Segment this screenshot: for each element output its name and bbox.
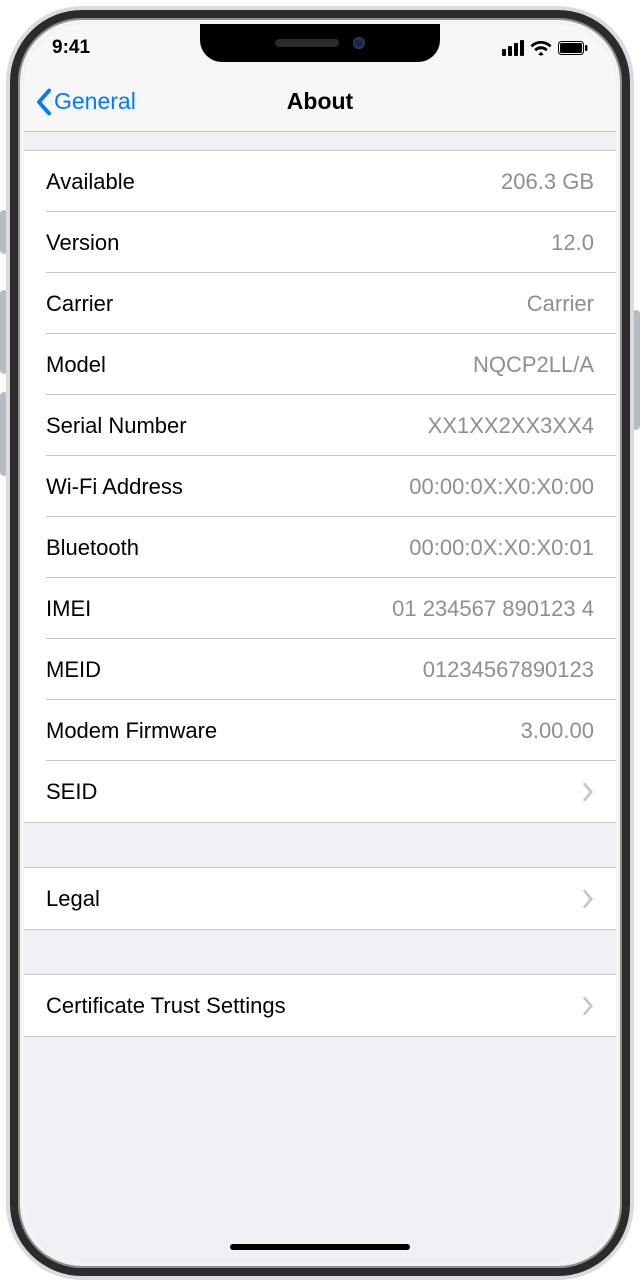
row-value: 01234567890123 [101, 657, 594, 683]
settings-content[interactable]: Available 206.3 GB Version 12.0 Carrier … [24, 132, 616, 1157]
notch [200, 24, 440, 62]
row-value: 00:00:0X:X0:X0:01 [139, 535, 594, 561]
row-label: Available [46, 169, 135, 195]
row-label: IMEI [46, 596, 91, 622]
row-value: XX1XX2XX3XX4 [187, 413, 594, 439]
phone-volume-up-button [0, 290, 8, 374]
chevron-right-icon [582, 782, 594, 802]
speaker-grille [275, 39, 339, 47]
row-carrier[interactable]: Carrier Carrier [24, 273, 616, 334]
home-indicator[interactable] [230, 1244, 410, 1250]
row-value: 00:00:0X:X0:X0:00 [183, 474, 594, 500]
about-info-list: Available 206.3 GB Version 12.0 Carrier … [24, 150, 616, 823]
phone-side-button [632, 310, 640, 430]
row-label: Legal [46, 886, 100, 912]
row-meid[interactable]: MEID 01234567890123 [24, 639, 616, 700]
row-available[interactable]: Available 206.3 GB [24, 151, 616, 212]
row-legal[interactable]: Legal [24, 868, 616, 929]
chevron-right-icon [582, 996, 594, 1016]
row-value: 3.00.00 [217, 718, 594, 744]
navigation-bar: General About [24, 72, 616, 132]
status-time: 9:41 [52, 37, 90, 59]
row-value: 12.0 [119, 230, 594, 256]
battery-icon [558, 41, 588, 55]
phone-silent-switch [0, 210, 8, 254]
row-serial-number[interactable]: Serial Number XX1XX2XX3XX4 [24, 395, 616, 456]
row-label: SEID [46, 779, 97, 805]
row-label: Bluetooth [46, 535, 139, 561]
chevron-left-icon [36, 88, 52, 116]
front-camera [353, 37, 365, 49]
row-value: NQCP2LL/A [106, 352, 594, 378]
row-imei[interactable]: IMEI 01 234567 890123 4 [24, 578, 616, 639]
row-seid[interactable]: SEID [24, 761, 616, 822]
chevron-right-icon [582, 889, 594, 909]
row-certificate-trust-settings[interactable]: Certificate Trust Settings [24, 975, 616, 1036]
row-modem-firmware[interactable]: Modem Firmware 3.00.00 [24, 700, 616, 761]
row-value: 206.3 GB [135, 169, 594, 195]
row-label: Serial Number [46, 413, 187, 439]
cellular-signal-icon [502, 40, 524, 56]
legal-list: Legal [24, 867, 616, 930]
row-value: Carrier [113, 291, 594, 317]
row-model[interactable]: Model NQCP2LL/A [24, 334, 616, 395]
phone-volume-down-button [0, 392, 8, 476]
phone-frame: 9:41 General [10, 10, 630, 1276]
certificate-list: Certificate Trust Settings [24, 974, 616, 1037]
row-wifi-address[interactable]: Wi-Fi Address 00:00:0X:X0:X0:00 [24, 456, 616, 517]
row-label: Model [46, 352, 106, 378]
back-button[interactable]: General [24, 88, 136, 116]
back-button-label: General [54, 88, 136, 115]
row-label: Version [46, 230, 119, 256]
row-bluetooth[interactable]: Bluetooth 00:00:0X:X0:X0:01 [24, 517, 616, 578]
row-label: MEID [46, 657, 101, 683]
row-label: Wi-Fi Address [46, 474, 183, 500]
row-label: Carrier [46, 291, 113, 317]
wifi-icon [530, 40, 552, 56]
row-label: Certificate Trust Settings [46, 993, 286, 1019]
row-version[interactable]: Version 12.0 [24, 212, 616, 273]
row-label: Modem Firmware [46, 718, 217, 744]
row-value: 01 234567 890123 4 [91, 596, 594, 622]
